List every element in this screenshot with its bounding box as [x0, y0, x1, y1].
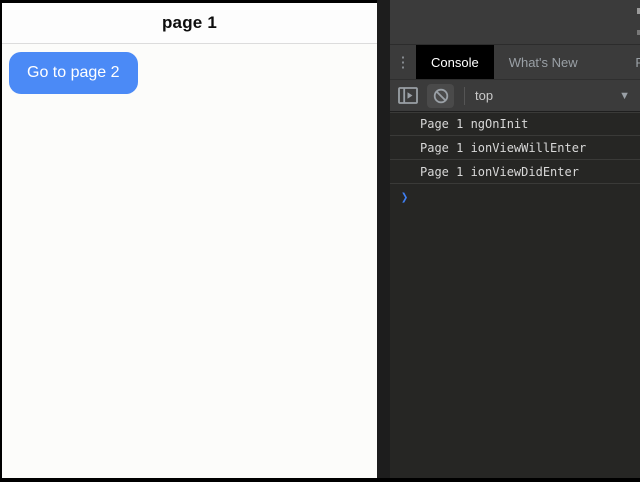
tab-clipped[interactable]: P [635, 45, 640, 79]
tab-clipped-label: P [635, 55, 640, 70]
page-title: page 1 [162, 13, 217, 33]
tab-whats-new-label: What's New [509, 55, 578, 70]
tab-whats-new[interactable]: What's New [494, 45, 593, 79]
kebab-menu-icon[interactable]: ⋮ [390, 45, 416, 79]
panel-divider [377, 0, 390, 478]
app-preview-panel: page 1 Go to page 2 [2, 3, 377, 478]
console-messages-area: Page 1 ngOnInit Page 1 ionViewWillEnter … [390, 112, 640, 210]
console-message-row: Page 1 ionViewDidEnter [390, 160, 640, 184]
devtools-top-spacer [390, 0, 640, 45]
devtools-tab-bar: ⋮ Console What's New P [390, 45, 640, 80]
console-prompt[interactable]: ❯ [390, 184, 640, 210]
console-message-text: Page 1 ionViewWillEnter [420, 141, 586, 155]
console-message-row: Page 1 ionViewWillEnter [390, 136, 640, 160]
context-dropdown-caret-icon[interactable]: ▼ [615, 90, 634, 102]
go-to-page-2-button[interactable]: Go to page 2 [9, 52, 138, 94]
app-header: page 1 [2, 3, 377, 44]
context-selector[interactable]: top [475, 88, 493, 103]
console-message-text: Page 1 ionViewDidEnter [420, 165, 579, 179]
console-toolbar: top ▼ [390, 80, 640, 112]
clear-console-icon[interactable] [427, 84, 454, 108]
console-prompt-chevron-icon: ❯ [401, 189, 408, 205]
tab-console-label: Console [431, 55, 479, 70]
devtools-panel: ⋮ Console What's New P top ▼ [390, 0, 640, 478]
console-message-text: Page 1 ngOnInit [420, 117, 528, 131]
console-sidebar-toggle-icon[interactable] [398, 87, 418, 104]
tab-console[interactable]: Console [416, 45, 494, 79]
console-message-row: Page 1 ngOnInit [390, 112, 640, 136]
toolbar-separator [464, 87, 465, 105]
